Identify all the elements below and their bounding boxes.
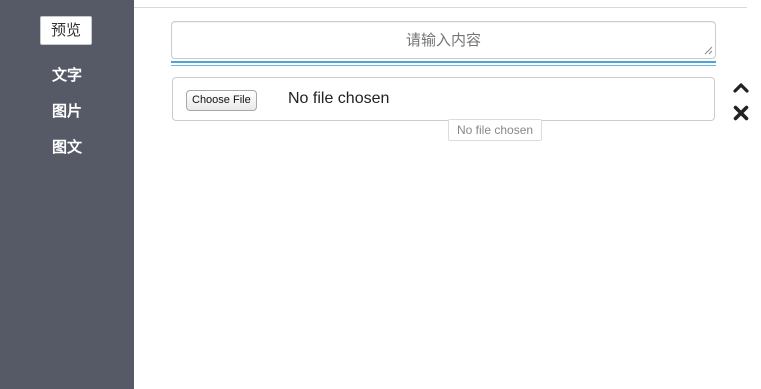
sidebar-item-label: 图片 [51,102,82,120]
sidebar: 预览 文字 图片 图文 [0,0,134,389]
move-up-button[interactable] [731,78,751,98]
preview-button[interactable]: 预览 [40,16,92,45]
focus-underline [171,61,716,63]
sidebar-item-label: 文字 [51,66,82,84]
app-root: 预览 文字 图片 图文 Choose File No file chosen N… [0,0,761,389]
close-icon [733,105,749,121]
file-status-text: No file chosen [288,90,390,107]
sidebar-item-label: 图文 [51,138,82,156]
content-text-input[interactable] [171,21,716,59]
top-divider [134,7,747,8]
choose-file-button[interactable]: Choose File [186,90,257,111]
resize-grip-icon[interactable] [703,45,713,55]
file-tooltip: No file chosen [448,119,543,141]
focus-underline-secondary [171,65,716,66]
sidebar-item-image[interactable]: 图片 [0,100,134,121]
sidebar-item-image-text[interactable]: 图文 [0,136,134,157]
sidebar-item-text[interactable]: 文字 [0,64,134,85]
chevron-up-icon [733,83,749,93]
remove-button[interactable] [731,103,751,123]
file-input-field[interactable]: Choose File No file chosen [172,77,715,121]
